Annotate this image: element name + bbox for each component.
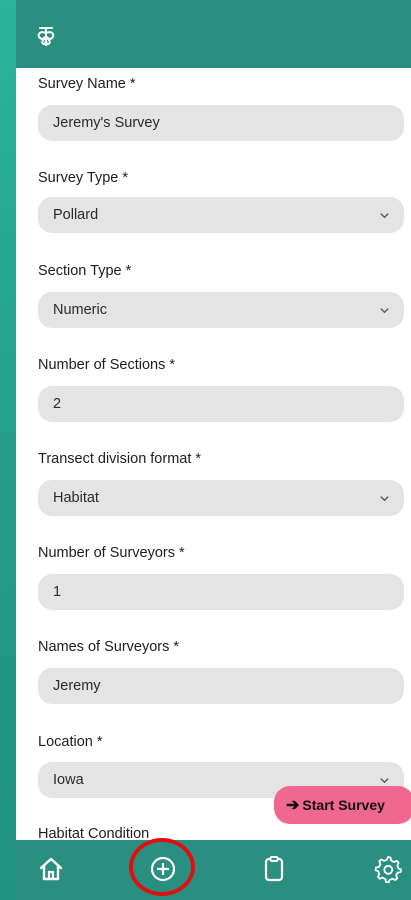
survey-name-value: Jeremy's Survey bbox=[53, 115, 160, 131]
number-of-surveyors-value: 1 bbox=[53, 584, 62, 600]
chevron-down-icon bbox=[380, 308, 389, 314]
butterfly-logo-icon bbox=[37, 27, 55, 46]
clipboard-icon[interactable] bbox=[259, 854, 289, 884]
chevron-down-icon bbox=[380, 778, 389, 784]
arrow-right-icon: ➔ bbox=[286, 797, 300, 814]
highlight-circle bbox=[129, 838, 195, 896]
home-icon[interactable] bbox=[36, 854, 66, 884]
survey-type-select[interactable]: Pollard bbox=[38, 197, 404, 233]
gear-icon[interactable] bbox=[373, 854, 403, 884]
chevron-down-icon bbox=[380, 496, 389, 502]
app-screen: Survey Name * Jeremy's Survey Survey Typ… bbox=[16, 0, 411, 900]
section-type-value: Numeric bbox=[53, 302, 107, 318]
names-of-surveyors-label: Names of Surveyors * bbox=[38, 639, 180, 655]
survey-name-input[interactable]: Jeremy's Survey bbox=[38, 105, 404, 141]
chevron-down-icon bbox=[380, 213, 389, 219]
survey-type-label: Survey Type * bbox=[38, 170, 129, 186]
section-type-select[interactable]: Numeric bbox=[38, 292, 404, 328]
names-of-surveyors-input[interactable]: Jeremy bbox=[38, 668, 404, 704]
survey-type-value: Pollard bbox=[53, 207, 99, 223]
location-value: Iowa bbox=[53, 772, 84, 788]
number-of-surveyors-label: Number of Surveyors * bbox=[38, 545, 185, 561]
transect-division-format-value: Habitat bbox=[53, 490, 99, 506]
top-app-bar bbox=[16, 0, 411, 68]
number-of-sections-label: Number of Sections * bbox=[38, 357, 176, 373]
bottom-navigation bbox=[16, 840, 411, 900]
section-type-label: Section Type * bbox=[38, 263, 132, 279]
transect-division-format-select[interactable]: Habitat bbox=[38, 480, 404, 516]
start-survey-button[interactable]: ➔ Start Survey bbox=[274, 786, 411, 824]
transect-division-format-label: Transect division format * bbox=[38, 451, 202, 467]
start-survey-label: Start Survey bbox=[302, 797, 385, 813]
location-label: Location * bbox=[38, 734, 103, 750]
number-of-sections-input[interactable]: 2 bbox=[38, 386, 404, 422]
number-of-surveyors-input[interactable]: 1 bbox=[38, 574, 404, 610]
survey-name-label: Survey Name * bbox=[38, 76, 136, 92]
names-of-surveyors-value: Jeremy bbox=[53, 678, 101, 694]
number-of-sections-value: 2 bbox=[53, 396, 62, 412]
